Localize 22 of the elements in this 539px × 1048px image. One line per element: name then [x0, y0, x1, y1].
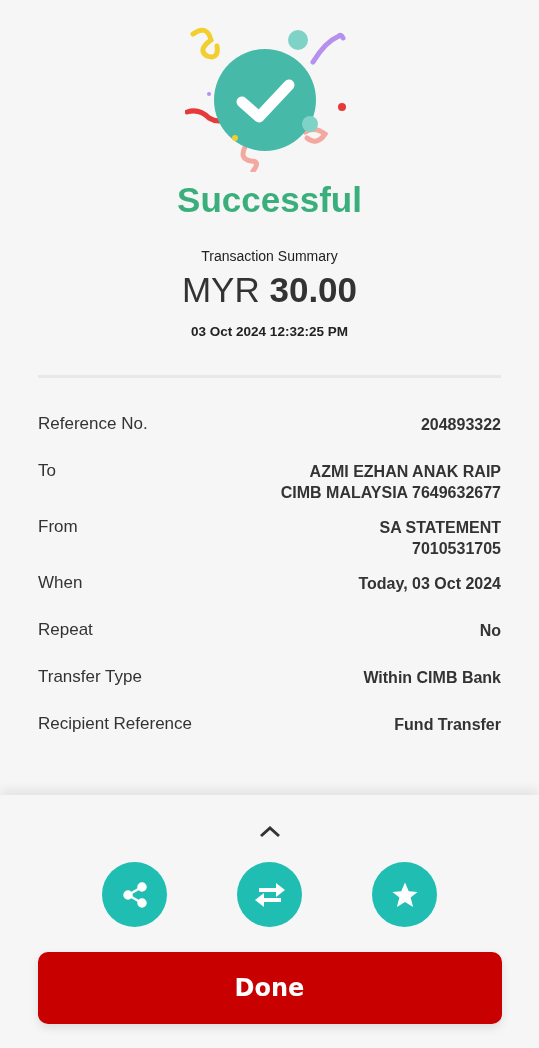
transaction-datetime: 03 Oct 2024 12:32:25 PM — [191, 324, 348, 339]
done-button[interactable]: Done — [37, 952, 502, 1024]
summary-label: Transaction Summary — [201, 248, 338, 264]
detail-label: Recipient Reference — [38, 714, 193, 734]
detail-value: 7010531705 — [412, 539, 501, 559]
share-icon — [121, 880, 148, 909]
detail-value: Fund Transfer — [394, 715, 501, 735]
detail-value: SA STATEMENT — [379, 518, 501, 538]
detail-label: Repeat — [38, 620, 93, 640]
amount-text: MYR 30.00 — [181, 270, 358, 310]
detail-label: From — [38, 517, 78, 537]
detail-label: To — [38, 461, 56, 481]
detail-value: CIMB MALAYSIA 7649632677 — [280, 483, 501, 503]
detail-value: AZMI EZHAN ANAK RAIP — [309, 462, 501, 482]
detail-value: No — [479, 621, 501, 641]
detail-label: Reference No. — [38, 414, 148, 434]
detail-value: Within CIMB Bank — [363, 668, 501, 688]
detail-label: Transfer Type — [38, 667, 142, 687]
detail-value: Today, 03 Oct 2024 — [358, 574, 501, 594]
status-title: Successful — [177, 180, 362, 220]
detail-value: 204893322 — [420, 415, 501, 435]
detail-label: When — [38, 573, 83, 593]
